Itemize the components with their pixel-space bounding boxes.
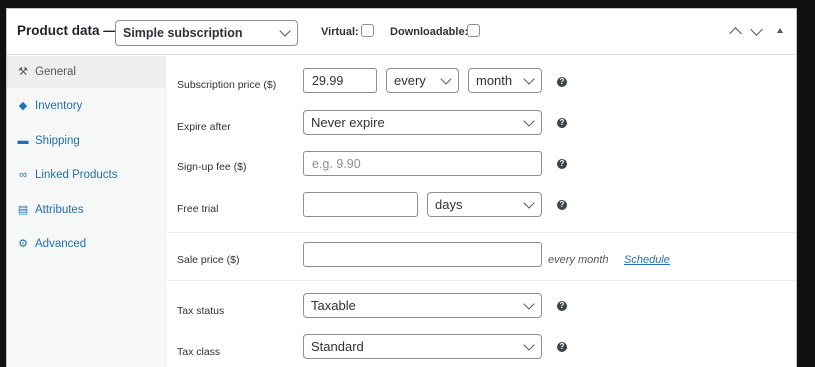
sidebar-item-label: Linked Products bbox=[35, 169, 118, 181]
truck-icon: ▬ bbox=[17, 135, 29, 147]
product-data-header: Product data — Simple subscription Virtu… bbox=[7, 9, 796, 55]
virtual-checkbox[interactable] bbox=[361, 24, 374, 37]
help-icon[interactable]: ? bbox=[557, 118, 567, 128]
collapse-toggle-icon[interactable] bbox=[777, 28, 783, 33]
link-icon: ∞ bbox=[19, 169, 27, 181]
sidebar-item-inventory[interactable]: ◆ Inventory bbox=[7, 90, 166, 122]
sale-price-label: Sale price ($) bbox=[177, 254, 240, 266]
subscription-price-value: 29.99 bbox=[312, 73, 344, 88]
sidebar-item-label: Shipping bbox=[35, 135, 80, 147]
tax-status-value: Taxable bbox=[311, 298, 356, 313]
sidebar-item-label: Advanced bbox=[35, 238, 87, 250]
downloadable-label: Downloadable: bbox=[390, 26, 469, 38]
chevron-down-icon bbox=[523, 72, 535, 85]
chevron-down-icon bbox=[523, 196, 535, 209]
expire-after-value: Never expire bbox=[311, 115, 385, 130]
gear-icon: ⚙ bbox=[18, 238, 28, 250]
billing-interval-select[interactable]: every bbox=[386, 68, 459, 93]
sale-price-period-suffix: every month bbox=[548, 254, 609, 266]
signup-fee-input[interactable]: e.g. 9.90 bbox=[303, 151, 542, 176]
sidebar-item-advanced[interactable]: ⚙ Advanced bbox=[7, 228, 166, 260]
sidebar-item-shipping[interactable]: ▬ Shipping bbox=[7, 125, 166, 157]
tax-status-select[interactable]: Taxable bbox=[303, 293, 542, 318]
panel-title: Product data — bbox=[17, 23, 117, 38]
help-icon[interactable]: ? bbox=[557, 301, 567, 311]
tax-class-value: Standard bbox=[311, 339, 364, 354]
sidebar-item-label: General bbox=[35, 66, 76, 78]
tax-class-label: Tax class bbox=[177, 346, 221, 358]
chevron-down-icon bbox=[523, 338, 535, 351]
free-trial-period-value: days bbox=[435, 197, 463, 212]
wrench-icon: ⚒ bbox=[18, 66, 28, 78]
product-data-tabs: ⚒ General ◆ Inventory ▬ Shipping ∞ Linke… bbox=[7, 56, 166, 367]
product-type-value: Simple subscription bbox=[123, 26, 243, 40]
general-options-panel: Subscription price ($) 29.99 every month… bbox=[167, 56, 796, 367]
tax-status-label: Tax status bbox=[177, 305, 225, 317]
tag-icon: ◆ bbox=[18, 100, 28, 112]
sidebar-item-label: Inventory bbox=[35, 100, 83, 112]
expire-after-label: Expire after bbox=[177, 121, 231, 133]
help-icon[interactable]: ? bbox=[557, 77, 567, 87]
help-icon[interactable]: ? bbox=[557, 159, 567, 169]
sidebar-item-linked-products[interactable]: ∞ Linked Products bbox=[7, 159, 166, 191]
chevron-up-icon[interactable] bbox=[729, 27, 742, 40]
expire-after-select[interactable]: Never expire bbox=[303, 110, 542, 135]
virtual-label: Virtual: bbox=[321, 26, 359, 38]
tax-class-select[interactable]: Standard bbox=[303, 334, 542, 359]
chevron-down-icon bbox=[523, 114, 535, 127]
schedule-link[interactable]: Schedule bbox=[624, 254, 670, 266]
screenshot-frame: Product data — Simple subscription Virtu… bbox=[0, 0, 815, 367]
signup-fee-placeholder: e.g. 9.90 bbox=[312, 156, 361, 171]
chevron-down-icon bbox=[440, 72, 452, 85]
billing-period-select[interactable]: month bbox=[468, 68, 542, 93]
free-trial-period-select[interactable]: days bbox=[427, 192, 542, 217]
subscription-price-input[interactable]: 29.99 bbox=[303, 68, 377, 93]
section-divider bbox=[167, 232, 796, 233]
subscription-price-label: Subscription price ($) bbox=[177, 79, 277, 91]
sidebar-item-general[interactable]: ⚒ General bbox=[7, 56, 166, 88]
chevron-down-icon bbox=[523, 297, 535, 310]
section-divider bbox=[167, 280, 796, 281]
chevron-down-icon bbox=[279, 25, 291, 37]
signup-fee-label: Sign-up fee ($) bbox=[177, 161, 247, 173]
sale-price-input[interactable] bbox=[303, 242, 542, 267]
free-trial-label: Free trial bbox=[177, 203, 219, 215]
product-data-panel: Product data — Simple subscription Virtu… bbox=[6, 8, 797, 367]
billing-period-value: month bbox=[476, 73, 513, 88]
downloadable-checkbox[interactable] bbox=[467, 24, 480, 37]
help-icon[interactable]: ? bbox=[557, 200, 567, 210]
help-icon[interactable]: ? bbox=[557, 342, 567, 352]
billing-interval-value: every bbox=[394, 73, 426, 88]
sidebar-item-attributes[interactable]: ▤ Attributes bbox=[7, 194, 166, 226]
sidebar-item-label: Attributes bbox=[35, 204, 84, 216]
list-icon: ▤ bbox=[17, 204, 29, 216]
product-type-select[interactable]: Simple subscription bbox=[115, 20, 298, 46]
free-trial-length-input[interactable] bbox=[303, 192, 418, 217]
chevron-down-icon[interactable] bbox=[750, 23, 763, 36]
